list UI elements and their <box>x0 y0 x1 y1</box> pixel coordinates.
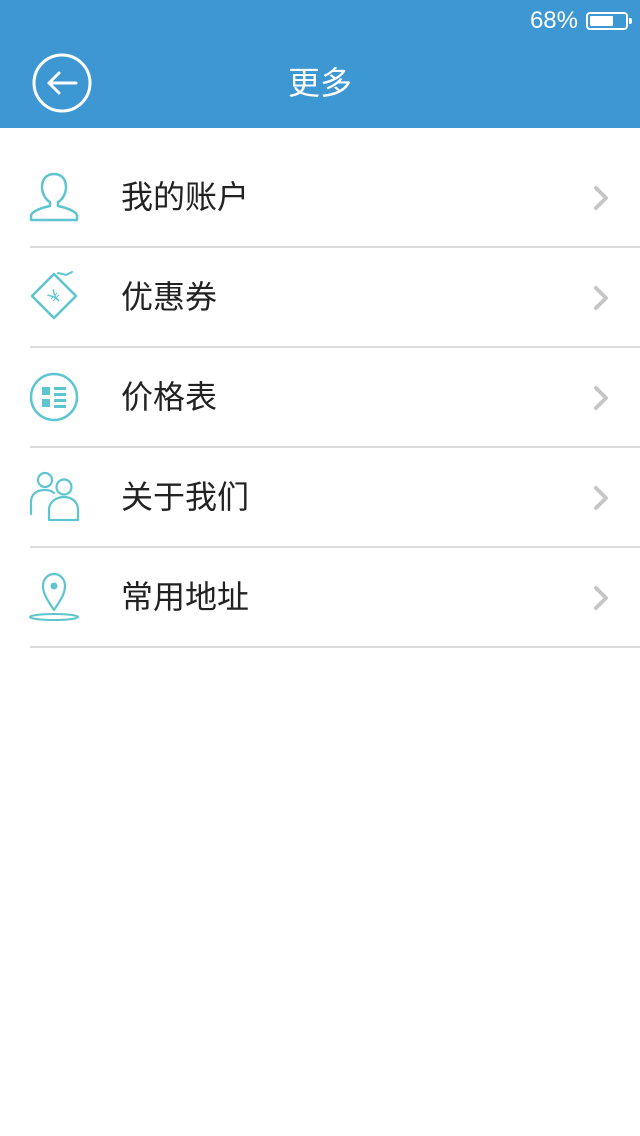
menu-item-label: 优惠券 <box>121 278 218 316</box>
row-divider <box>30 646 640 648</box>
chevron-right-icon <box>594 286 608 310</box>
menu-item-label: 我的账户 <box>121 178 250 216</box>
battery-icon <box>586 12 632 30</box>
price-list-icon <box>29 372 79 422</box>
app-header: 68% 更多 <box>0 0 640 128</box>
people-icon <box>29 471 80 522</box>
menu-list: 我的账户 ¥ 优惠券 价格表 关于我们 常用地址 <box>0 148 640 648</box>
chevron-right-icon <box>594 586 608 610</box>
coupon-icon: ¥ <box>30 271 78 320</box>
chevron-right-icon <box>594 186 608 210</box>
chevron-right-icon <box>594 486 608 510</box>
svg-text:¥: ¥ <box>45 286 67 308</box>
menu-item-about-us[interactable]: 关于我们 <box>0 448 640 548</box>
menu-item-common-addresses[interactable]: 常用地址 <box>0 548 640 648</box>
user-icon <box>29 172 79 222</box>
menu-item-price-list[interactable]: 价格表 <box>0 348 640 448</box>
page-title: 更多 <box>287 64 352 102</box>
battery-level <box>590 16 614 26</box>
menu-item-label: 常用地址 <box>121 578 250 616</box>
menu-item-coupons[interactable]: ¥ 优惠券 <box>0 248 640 348</box>
menu-item-label: 关于我们 <box>121 478 250 516</box>
menu-item-label: 价格表 <box>121 378 218 416</box>
status-bar: 68% <box>529 6 632 36</box>
menu-item-my-account[interactable]: 我的账户 <box>0 148 640 248</box>
chevron-right-icon <box>594 386 608 410</box>
location-pin-icon <box>29 572 79 621</box>
battery-percentage: 68% <box>529 7 578 34</box>
